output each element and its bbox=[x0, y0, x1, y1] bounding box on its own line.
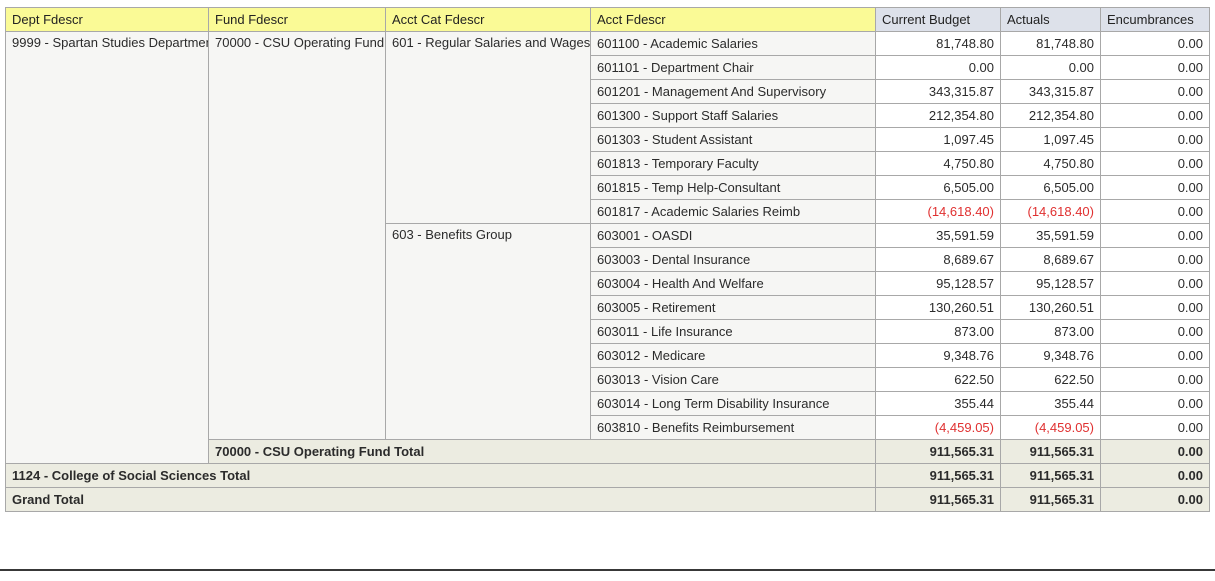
acct-cell: 603014 - Long Term Disability Insurance bbox=[591, 392, 876, 416]
col-header-encumbrances: Encumbrances bbox=[1101, 8, 1210, 32]
table-row: 9999 - Spartan Studies Department 70000 … bbox=[6, 32, 1210, 56]
actuals-cell: 81,748.80 bbox=[1001, 32, 1101, 56]
actuals-cell: 130,260.51 bbox=[1001, 296, 1101, 320]
enc-cell: 0.00 bbox=[1101, 152, 1210, 176]
enc-cell: 0.00 bbox=[1101, 56, 1210, 80]
enc-cell: 0.00 bbox=[1101, 80, 1210, 104]
acct-cell-highlighted: 601817 - Academic Salaries Reimb bbox=[591, 200, 876, 224]
budget-cell: 355.44 bbox=[876, 392, 1001, 416]
enc-cell: 0.00 bbox=[1101, 272, 1210, 296]
fund-total-actuals: 911,565.31 bbox=[1001, 440, 1101, 464]
actuals-cell: 622.50 bbox=[1001, 368, 1101, 392]
col-header-dept-fdescr: Dept Fdescr bbox=[6, 8, 209, 32]
acct-cell: 603003 - Dental Insurance bbox=[591, 248, 876, 272]
actuals-cell: 35,591.59 bbox=[1001, 224, 1101, 248]
acct-cell: 601201 - Management And Supervisory bbox=[591, 80, 876, 104]
acct-cell: 603011 - Life Insurance bbox=[591, 320, 876, 344]
enc-cell: 0.00 bbox=[1101, 296, 1210, 320]
enc-cell: 0.00 bbox=[1101, 416, 1210, 440]
acct-cell: 601300 - Support Staff Salaries bbox=[591, 104, 876, 128]
college-total-row: 1124 - College of Social Sciences Total … bbox=[6, 464, 1210, 488]
budget-cell: 9,348.76 bbox=[876, 344, 1001, 368]
enc-cell: 0.00 bbox=[1101, 344, 1210, 368]
actuals-cell: 95,128.57 bbox=[1001, 272, 1101, 296]
acct-cat-cell-603: 603 - Benefits Group bbox=[386, 224, 591, 440]
col-header-current-budget: Current Budget bbox=[876, 8, 1001, 32]
window-bottom-divider bbox=[0, 569, 1215, 571]
actuals-cell: 9,348.76 bbox=[1001, 344, 1101, 368]
grand-total-enc: 0.00 bbox=[1101, 488, 1210, 512]
enc-cell: 0.00 bbox=[1101, 200, 1210, 224]
college-total-label: 1124 - College of Social Sciences Total bbox=[6, 464, 876, 488]
budget-report-table-container: Dept Fdescr Fund Fdescr Acct Cat Fdescr … bbox=[5, 7, 1209, 512]
enc-cell: 0.00 bbox=[1101, 32, 1210, 56]
enc-cell: 0.00 bbox=[1101, 104, 1210, 128]
actuals-cell: 6,505.00 bbox=[1001, 176, 1101, 200]
budget-cell: 130,260.51 bbox=[876, 296, 1001, 320]
college-total-budget: 911,565.31 bbox=[876, 464, 1001, 488]
budget-cell: 343,315.87 bbox=[876, 80, 1001, 104]
actuals-cell-negative: (4,459.05) bbox=[1001, 416, 1101, 440]
acct-cell: 601303 - Student Assistant bbox=[591, 128, 876, 152]
acct-cell: 603004 - Health And Welfare bbox=[591, 272, 876, 296]
budget-cell: 95,128.57 bbox=[876, 272, 1001, 296]
actuals-cell: 212,354.80 bbox=[1001, 104, 1101, 128]
enc-cell: 0.00 bbox=[1101, 368, 1210, 392]
col-header-acct-fdescr: Acct Fdescr bbox=[591, 8, 876, 32]
budget-cell: 4,750.80 bbox=[876, 152, 1001, 176]
acct-cell: 603001 - OASDI bbox=[591, 224, 876, 248]
actuals-cell: 1,097.45 bbox=[1001, 128, 1101, 152]
acct-cell: 601815 - Temp Help-Consultant bbox=[591, 176, 876, 200]
acct-cell: 603013 - Vision Care bbox=[591, 368, 876, 392]
enc-cell: 0.00 bbox=[1101, 224, 1210, 248]
budget-pivot-table: Dept Fdescr Fund Fdescr Acct Cat Fdescr … bbox=[5, 7, 1210, 512]
header-row: Dept Fdescr Fund Fdescr Acct Cat Fdescr … bbox=[6, 8, 1210, 32]
actuals-cell: 4,750.80 bbox=[1001, 152, 1101, 176]
budget-cell: 8,689.67 bbox=[876, 248, 1001, 272]
enc-cell: 0.00 bbox=[1101, 320, 1210, 344]
budget-cell: 35,591.59 bbox=[876, 224, 1001, 248]
college-total-actuals: 911,565.31 bbox=[1001, 464, 1101, 488]
budget-cell: 0.00 bbox=[876, 56, 1001, 80]
actuals-cell: 8,689.67 bbox=[1001, 248, 1101, 272]
enc-cell: 0.00 bbox=[1101, 128, 1210, 152]
budget-cell-negative: (4,459.05) bbox=[876, 416, 1001, 440]
college-total-enc: 0.00 bbox=[1101, 464, 1210, 488]
budget-cell: 873.00 bbox=[876, 320, 1001, 344]
enc-cell: 0.00 bbox=[1101, 392, 1210, 416]
col-header-actuals: Actuals bbox=[1001, 8, 1101, 32]
col-header-acct-cat-fdescr: Acct Cat Fdescr bbox=[386, 8, 591, 32]
actuals-cell: 873.00 bbox=[1001, 320, 1101, 344]
acct-cell-highlighted: 603810 - Benefits Reimbursement bbox=[591, 416, 876, 440]
fund-total-budget: 911,565.31 bbox=[876, 440, 1001, 464]
acct-cell: 603012 - Medicare bbox=[591, 344, 876, 368]
acct-cell: 601101 - Department Chair bbox=[591, 56, 876, 80]
budget-cell-negative: (14,618.40) bbox=[876, 200, 1001, 224]
grand-total-row: Grand Total 911,565.31 911,565.31 0.00 bbox=[6, 488, 1210, 512]
fund-total-label: 70000 - CSU Operating Fund Total bbox=[209, 440, 876, 464]
budget-cell: 622.50 bbox=[876, 368, 1001, 392]
grand-total-label: Grand Total bbox=[6, 488, 876, 512]
grand-total-budget: 911,565.31 bbox=[876, 488, 1001, 512]
acct-cell: 601813 - Temporary Faculty bbox=[591, 152, 876, 176]
budget-cell: 212,354.80 bbox=[876, 104, 1001, 128]
actuals-cell-negative: (14,618.40) bbox=[1001, 200, 1101, 224]
acct-cell: 601100 - Academic Salaries bbox=[591, 32, 876, 56]
actuals-cell: 355.44 bbox=[1001, 392, 1101, 416]
acct-cell: 603005 - Retirement bbox=[591, 296, 876, 320]
enc-cell: 0.00 bbox=[1101, 176, 1210, 200]
enc-cell: 0.00 bbox=[1101, 248, 1210, 272]
acct-cat-cell-601: 601 - Regular Salaries and Wages bbox=[386, 32, 591, 224]
dept-cell: 9999 - Spartan Studies Department bbox=[6, 32, 209, 464]
budget-cell: 6,505.00 bbox=[876, 176, 1001, 200]
budget-cell: 1,097.45 bbox=[876, 128, 1001, 152]
grand-total-actuals: 911,565.31 bbox=[1001, 488, 1101, 512]
budget-cell: 81,748.80 bbox=[876, 32, 1001, 56]
actuals-cell: 343,315.87 bbox=[1001, 80, 1101, 104]
fund-cell: 70000 - CSU Operating Fund bbox=[209, 32, 386, 440]
actuals-cell: 0.00 bbox=[1001, 56, 1101, 80]
col-header-fund-fdescr: Fund Fdescr bbox=[209, 8, 386, 32]
fund-total-enc: 0.00 bbox=[1101, 440, 1210, 464]
